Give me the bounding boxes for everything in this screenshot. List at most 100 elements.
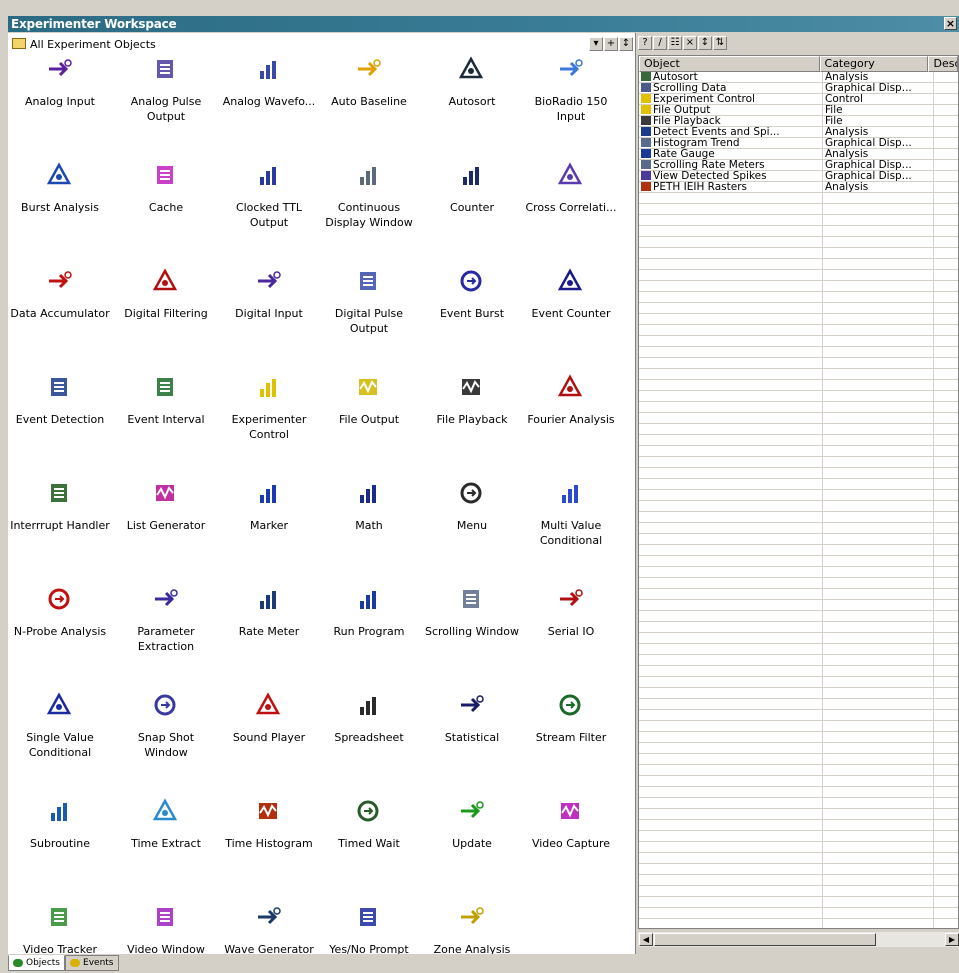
table-body: Autosort Analysis Scrolling Data Graphical … [639,72,958,928]
cell-category: Analysis [825,72,869,83]
scrolling-window-icon [457,585,485,613]
table-row[interactable]: Experiment Control Control [639,94,958,105]
object-tile[interactable]: BioRadio 150 Input [521,55,621,161]
object-label: Zone Analysis [433,943,511,954]
object-tile[interactable]: Digital Pulse Output [319,267,419,373]
object-tile[interactable]: Time Extract [116,797,216,903]
object-tile[interactable]: Single Value Conditional [10,691,110,797]
object-tile[interactable]: N-Probe Analysis [10,585,110,691]
object-tile[interactable]: Zone Analysis [422,903,522,954]
scroll-thumb[interactable] [654,933,876,946]
object-tile[interactable]: Subroutine [10,797,110,903]
object-tile[interactable]: Auto Baseline [319,55,419,161]
object-tile[interactable]: File Output [319,373,419,479]
object-tile[interactable]: Video Window [116,903,216,954]
object-tile[interactable]: Video Tracker [10,903,110,954]
object-label: Analog Input [25,95,95,108]
delete-icon[interactable]: × [683,36,697,50]
sort-type-icon[interactable]: ⇅ [713,36,727,50]
scroll-left-icon[interactable]: ◀ [639,933,653,946]
close-icon[interactable]: × [944,17,957,30]
object-tile[interactable]: Parameter Extraction [116,585,216,691]
object-tile[interactable]: List Generator [116,479,216,585]
table-row[interactable]: Rate Gauge Analysis [639,149,958,160]
cell-category: Analysis [825,182,869,193]
object-tile[interactable]: Continuous Display Window [319,161,419,267]
object-tile[interactable]: Event Burst [422,267,522,373]
object-tile[interactable]: Data Accumulator [10,267,110,373]
object-tile[interactable]: Statistical [422,691,522,797]
object-tile[interactable]: File Playback [422,373,522,479]
object-tile[interactable]: Wave Generator [219,903,319,954]
object-tile[interactable]: Cross Correlati... [521,161,621,267]
object-tile[interactable]: Timed Wait [319,797,419,903]
object-tile[interactable]: Cache [116,161,216,267]
object-label: Event Burst [439,307,505,320]
dropdown-arrow-icon[interactable]: ▾ [589,37,603,51]
object-tile[interactable]: Digital Input [219,267,319,373]
help-icon[interactable]: ? [638,36,652,50]
horizontal-scrollbar[interactable]: ◀ ▶ [638,931,959,947]
object-tile[interactable]: Rate Meter [219,585,319,691]
events-tab-icon [70,959,81,967]
cell-object-text: Scrolling Rate Meters [653,160,765,171]
object-tile[interactable]: Event Interval [116,373,216,479]
object-tile[interactable]: Update [422,797,522,903]
object-tile[interactable]: Multi Value Conditional [521,479,621,585]
object-tile[interactable]: Experimenter Control [219,373,319,479]
object-tile[interactable]: Math [319,479,419,585]
object-tile[interactable]: Event Detection [10,373,110,479]
object-tile[interactable]: Burst Analysis [10,161,110,267]
table-row[interactable]: Detect Events and Spi... Analysis [639,127,958,138]
event-burst-icon [457,267,485,295]
tab-objects[interactable]: Objects [8,955,66,971]
object-tile[interactable]: Autosort [422,55,522,161]
table-row[interactable]: Autosort Analysis [639,72,958,83]
object-tile[interactable]: Serial IO [521,585,621,691]
object-tile[interactable]: Stream Filter [521,691,621,797]
object-tile[interactable]: Clocked TTL Output [219,161,319,267]
object-label: Multi Value Conditional [539,519,603,547]
object-tile[interactable]: Counter [422,161,522,267]
object-label: Analog Wavefo... [222,95,316,108]
table-row[interactable]: Scrolling Rate Meters Graphical Disp... [639,160,958,171]
object-tile[interactable]: Analog Pulse Output [116,55,216,161]
table-row[interactable]: View Detected Spikes Graphical Disp... [639,171,958,182]
table-row[interactable]: Histogram Trend Graphical Disp... [639,138,958,149]
object-tile[interactable]: Time Histogram [219,797,319,903]
object-tile[interactable]: Sound Player [219,691,319,797]
add-icon[interactable]: + [604,37,618,51]
object-tile[interactable]: Spreadsheet [319,691,419,797]
column-header-description[interactable]: Desc [928,56,958,72]
sort-az-icon[interactable]: ↕ [698,36,712,50]
table-row[interactable]: Scrolling Data Graphical Disp... [639,83,958,94]
object-tile[interactable]: Snap Shot Window [116,691,216,797]
cell-object-text: PETH IEIH Rasters [653,182,748,193]
properties-icon[interactable]: ☷ [668,36,682,50]
scroll-right-icon[interactable]: ▶ [945,933,959,946]
object-tile[interactable]: Digital Filtering [116,267,216,373]
object-tile[interactable]: Run Program [319,585,419,691]
parameter-extraction-icon [151,585,179,613]
object-tile[interactable]: Analog Wavefo... [219,55,319,161]
object-tile[interactable]: Analog Input [10,55,110,161]
column-header-category[interactable]: Category [819,56,929,72]
table-row[interactable]: PETH IEIH Rasters Analysis [639,182,958,193]
scrolling-window-icon [641,138,651,147]
object-tile[interactable]: Yes/No Prompt [319,903,419,954]
object-tile[interactable]: Fourier Analysis [521,373,621,479]
column-header-object[interactable]: Object [639,56,820,72]
table-row[interactable]: File Playback File [639,116,958,127]
sort-icon[interactable]: ↕ [619,37,633,51]
object-tile[interactable]: Event Counter [521,267,621,373]
edit-icon[interactable]: / [653,36,667,50]
object-tile[interactable]: Scrolling Window [422,585,522,691]
object-tile[interactable]: Menu [422,479,522,585]
digital-pulse-output-icon [354,267,382,295]
object-tile[interactable]: Video Capture [521,797,621,903]
object-tile[interactable]: Marker [219,479,319,585]
tab-events[interactable]: Events [65,955,119,971]
object-label: Fourier Analysis [527,413,615,426]
object-tile[interactable]: Interrrupt Handler [10,479,110,585]
table-row[interactable]: File Output File [639,105,958,116]
